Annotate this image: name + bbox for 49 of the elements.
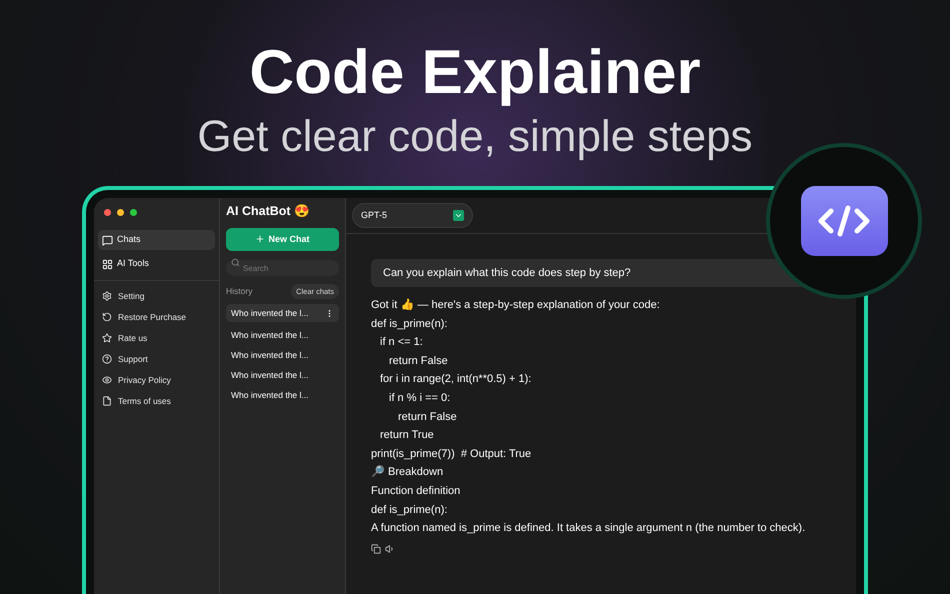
- document-icon: [102, 396, 112, 406]
- eye-icon: [102, 375, 112, 385]
- settings-item[interactable]: Restore Purchase: [102, 309, 211, 325]
- history-item[interactable]: Who invented the l...: [226, 327, 339, 343]
- answer-line: A function named is_prime is defined. It takes a single argument n (the number to check).: [371, 521, 806, 536]
- answer-line: return False: [388, 354, 449, 369]
- answer-line: if n <= 1:: [379, 335, 424, 350]
- settings-item[interactable]: Rate us: [102, 330, 211, 346]
- history-label: History: [226, 285, 252, 298]
- minimize-window-icon[interactable]: [117, 209, 124, 216]
- speaker-icon[interactable]: [385, 544, 395, 554]
- search-field[interactable]: Search: [226, 260, 339, 276]
- settings-item[interactable]: Setting: [102, 288, 211, 304]
- sidebar-item[interactable]: Chats: [98, 230, 215, 250]
- plus-icon: [255, 234, 266, 244]
- answer-line: Function definition: [371, 484, 462, 499]
- history-item[interactable]: Who invented the l...: [226, 304, 339, 322]
- settings-item[interactable]: Privacy Policy: [102, 372, 211, 388]
- answer-line: return True: [379, 428, 435, 444]
- answer-line: for i in range(2, int(n**0.5) + 1):: [379, 372, 532, 388]
- sidebar-item[interactable]: AI Tools: [98, 254, 215, 274]
- answer-line: return False: [397, 410, 458, 425]
- answer-line: def is_prime(n):: [371, 502, 448, 518]
- star-icon: [102, 333, 112, 343]
- history-item[interactable]: Who invented the l...: [226, 367, 339, 383]
- help-icon: [102, 354, 112, 364]
- settings-item[interactable]: Support: [102, 351, 211, 367]
- answer-line: print(is_prime(7)) # Output: True: [371, 446, 532, 462]
- chat-bubble-icon: [102, 234, 113, 246]
- restore-icon: [102, 312, 112, 322]
- history-item[interactable]: Who invented the l...: [226, 387, 339, 403]
- grid-icon: [102, 258, 113, 270]
- code-icon: [800, 186, 888, 256]
- answer-line: Got it 👍 — here's a step-by-step explanation of your code:: [371, 298, 661, 313]
- zoom-window-icon[interactable]: [130, 209, 137, 216]
- model-selector[interactable]: GPT-5: [352, 203, 473, 228]
- subheadline: Get clear code, simple steps: [197, 111, 753, 163]
- close-window-icon[interactable]: [104, 209, 111, 216]
- headline: Code Explainer: [249, 38, 701, 108]
- chevron-down-icon: [453, 210, 464, 221]
- copy-icon[interactable]: [371, 544, 381, 554]
- history-item[interactable]: Who invented the l...: [226, 347, 339, 363]
- settings-icon: [102, 291, 112, 301]
- answer-line: def is_prime(n):: [371, 316, 448, 332]
- answer-line: if n % i == 0:: [388, 390, 452, 406]
- app-title: AI ChatBot 😍: [226, 203, 312, 220]
- search-icon: [231, 258, 240, 268]
- answer-line: 🔎 Breakdown: [371, 464, 444, 480]
- settings-item[interactable]: Terms of uses: [102, 393, 211, 409]
